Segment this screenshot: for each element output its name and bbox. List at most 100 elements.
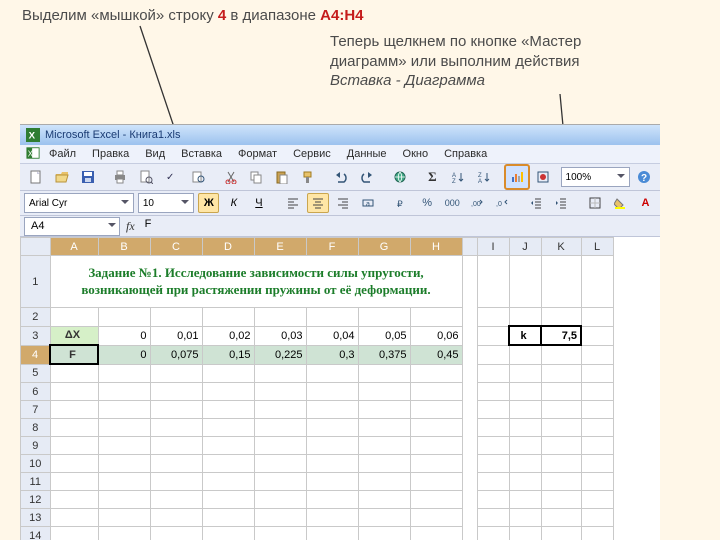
- borders-button[interactable]: [585, 193, 606, 213]
- menu-format[interactable]: Формат: [231, 148, 284, 160]
- cell-k3[interactable]: 7,5: [541, 326, 581, 345]
- row-header-6[interactable]: 6: [21, 383, 51, 401]
- col-header-k[interactable]: K: [541, 238, 581, 256]
- align-right-button[interactable]: [333, 193, 354, 213]
- chart-wizard-button[interactable]: [505, 165, 529, 189]
- cell-a3[interactable]: ΔX: [50, 326, 98, 345]
- cell-b4[interactable]: 0: [98, 345, 150, 364]
- research-button[interactable]: [186, 165, 210, 189]
- cell-d3[interactable]: 0,02: [202, 326, 254, 345]
- copy-button[interactable]: [245, 165, 269, 189]
- row-header-12[interactable]: 12: [21, 491, 51, 509]
- row-header-13[interactable]: 13: [21, 509, 51, 527]
- annotation-text: Вставка - Диаграмма: [330, 72, 485, 89]
- select-all-button[interactable]: [21, 238, 51, 256]
- new-button[interactable]: [24, 165, 48, 189]
- row-header-10[interactable]: 10: [21, 455, 51, 473]
- name-box[interactable]: A4: [24, 217, 120, 236]
- row-header-11[interactable]: 11: [21, 473, 51, 491]
- col-header-g[interactable]: G: [358, 238, 410, 256]
- menu-edit[interactable]: Правка: [85, 148, 136, 160]
- col-header-e[interactable]: E: [254, 238, 306, 256]
- menu-help[interactable]: Справка: [437, 148, 494, 160]
- undo-button[interactable]: [329, 165, 353, 189]
- cell-g4[interactable]: 0,375: [358, 345, 410, 364]
- menu-view[interactable]: Вид: [138, 148, 172, 160]
- print-preview-button[interactable]: [134, 165, 158, 189]
- row-header-1[interactable]: 1: [21, 256, 51, 308]
- open-button[interactable]: [50, 165, 74, 189]
- hyperlink-button[interactable]: [388, 165, 412, 189]
- sort-asc-button[interactable]: AZ: [446, 165, 470, 189]
- increase-indent-button[interactable]: [551, 193, 572, 213]
- col-header-l[interactable]: L: [581, 238, 613, 256]
- font-combo[interactable]: Arial Cyr: [24, 193, 134, 213]
- cell-c4[interactable]: 0,075: [150, 345, 202, 364]
- align-left-button[interactable]: [282, 193, 303, 213]
- underline-button[interactable]: Ч: [248, 193, 269, 213]
- fx-icon[interactable]: fx: [126, 219, 135, 234]
- font-size-combo[interactable]: 10: [138, 193, 194, 213]
- cell-e3[interactable]: 0,03: [254, 326, 306, 345]
- menu-data[interactable]: Данные: [340, 148, 394, 160]
- currency-button[interactable]: ₽: [392, 193, 413, 213]
- row-header-3[interactable]: 3: [21, 326, 51, 345]
- merge-center-button[interactable]: a: [358, 193, 379, 213]
- increase-decimal-button[interactable]: ,00: [467, 193, 488, 213]
- italic-button[interactable]: К: [223, 193, 244, 213]
- col-header-a[interactable]: A: [50, 238, 98, 256]
- drawing-toolbar-button[interactable]: [531, 165, 555, 189]
- row-header-8[interactable]: 8: [21, 419, 51, 437]
- col-header-c[interactable]: C: [150, 238, 202, 256]
- row-header-14[interactable]: 14: [21, 527, 51, 540]
- fill-color-button[interactable]: [610, 193, 631, 213]
- col-header-j[interactable]: J: [509, 238, 541, 256]
- row-header-2[interactable]: 2: [21, 308, 51, 327]
- menu-tools[interactable]: Сервис: [286, 148, 338, 160]
- col-header-d[interactable]: D: [202, 238, 254, 256]
- cell-j3[interactable]: k: [509, 326, 541, 345]
- cell-h4[interactable]: 0,45: [410, 345, 462, 364]
- col-header-f[interactable]: F: [306, 238, 358, 256]
- spreadsheet-grid[interactable]: A B C D E F G H I J K L 1 Задание №1. Ис…: [20, 237, 660, 540]
- cell-f4[interactable]: 0,3: [306, 345, 358, 364]
- paste-button[interactable]: [270, 165, 294, 189]
- bold-button[interactable]: Ж: [198, 193, 219, 213]
- decrease-decimal-button[interactable]: ,0: [492, 193, 513, 213]
- cell-c3[interactable]: 0,01: [150, 326, 202, 345]
- col-header-b[interactable]: B: [98, 238, 150, 256]
- cell-g3[interactable]: 0,05: [358, 326, 410, 345]
- cell-e4[interactable]: 0,225: [254, 345, 306, 364]
- cell-h3[interactable]: 0,06: [410, 326, 462, 345]
- row-header-5[interactable]: 5: [21, 364, 51, 383]
- comma-button[interactable]: 000: [442, 193, 463, 213]
- redo-button[interactable]: [355, 165, 379, 189]
- spellcheck-button[interactable]: ✓: [160, 165, 184, 189]
- col-header-h[interactable]: H: [410, 238, 462, 256]
- cell-a4[interactable]: F: [50, 345, 98, 364]
- font-color-button[interactable]: A: [635, 193, 656, 213]
- decrease-indent-button[interactable]: [526, 193, 547, 213]
- autosum-button[interactable]: Σ: [420, 165, 444, 189]
- cell-f3[interactable]: 0,04: [306, 326, 358, 345]
- format-painter-button[interactable]: [296, 165, 320, 189]
- row-header-9[interactable]: 9: [21, 437, 51, 455]
- align-center-button[interactable]: [307, 193, 328, 213]
- save-button[interactable]: [76, 165, 100, 189]
- zoom-combo[interactable]: 100%: [561, 167, 631, 187]
- row-header-7[interactable]: 7: [21, 401, 51, 419]
- print-button[interactable]: [108, 165, 132, 189]
- cut-button[interactable]: [219, 165, 243, 189]
- row-header-4[interactable]: 4: [21, 345, 51, 364]
- menu-insert[interactable]: Вставка: [174, 148, 229, 160]
- help-button[interactable]: ?: [632, 165, 656, 189]
- menu-file[interactable]: Файл: [42, 148, 83, 160]
- percent-button[interactable]: %: [417, 193, 438, 213]
- sort-desc-button[interactable]: ZA: [472, 165, 496, 189]
- col-header-i[interactable]: I: [477, 238, 509, 256]
- menu-window[interactable]: Окно: [396, 148, 436, 160]
- cell-b3[interactable]: 0: [98, 326, 150, 345]
- task-title-cell[interactable]: Задание №1. Исследование зависимости сил…: [50, 256, 462, 308]
- formula-value[interactable]: F: [141, 218, 660, 235]
- cell-d4[interactable]: 0,15: [202, 345, 254, 364]
